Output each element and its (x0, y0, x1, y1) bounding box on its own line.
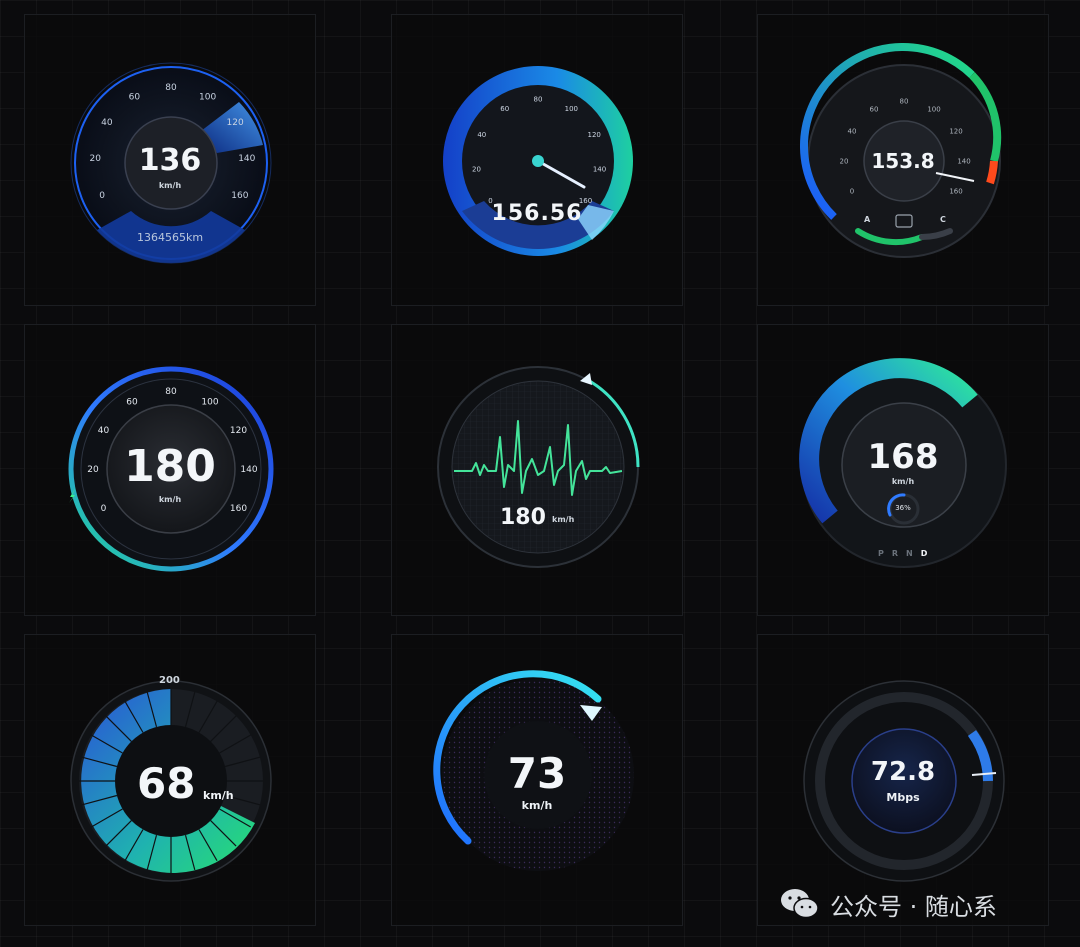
tick-label: 120 (227, 118, 244, 128)
gauge-card-4: 0 20 40 60 80 100 120 140 160 180 km/h (24, 324, 316, 616)
tick-label: 0 (101, 504, 107, 514)
gear-n: N (906, 549, 913, 558)
tick-label: 100 (199, 92, 216, 102)
tick-label: 120 (230, 426, 247, 436)
gauge-4-unit: km/h (158, 495, 182, 504)
tick-label: 160 (231, 191, 248, 201)
gear-d: D (920, 549, 928, 558)
tick-label: 100 (927, 105, 940, 113)
gauge-card-1: 0 20 40 60 80 100 120 140 160 136 km/h 1364565km (24, 14, 316, 306)
watermark: 公众号 · 随心系 (778, 884, 997, 924)
tick-label: 40 (98, 426, 110, 436)
tick-label: 0 (99, 191, 105, 201)
gauge-4-speed: 180 (124, 441, 216, 492)
gauge-3-fuel-c: C (940, 215, 946, 224)
gauge-6-speed: 168 (867, 437, 939, 477)
gauge-1-odometer: 1364565km (136, 231, 204, 244)
tick-label: 100 (201, 398, 218, 408)
tick-label: 60 (500, 105, 509, 113)
tick-label: 120 (949, 127, 962, 135)
gauge-7-unit: km/h (203, 789, 234, 802)
tick-label: 80 (900, 97, 909, 105)
gauge-8-speed: 73 (507, 749, 567, 798)
tick-label: 0 (850, 187, 854, 195)
gauge-card-8: 73 km/h (391, 634, 683, 926)
gauge-card-3: 0 20 40 60 80 100 120 140 160 153.8 A C (757, 14, 1049, 306)
gear-selector: P R N D (878, 549, 927, 558)
tick-label: 140 (593, 165, 606, 173)
gauge-1-speed: 136 (138, 143, 202, 178)
gauge-7-speed: 68 (137, 759, 196, 808)
gear-r: R (891, 549, 899, 558)
gauge-card-9: 72.8 Mbps (757, 634, 1049, 926)
gauge-card-2: 0 20 40 60 80 100 120 140 160 156.56 (391, 14, 683, 306)
tick-label: 20 (472, 165, 481, 173)
tick-label: 120 (588, 131, 601, 139)
gauge-9-unit: Mbps (886, 791, 920, 804)
gauge-5-speed: 180 (500, 505, 546, 530)
gauge-card-7: 200 68 km/h (24, 634, 316, 926)
gauge-2-speed: 156.56 (491, 201, 583, 226)
gear-p: P (878, 549, 884, 558)
gauge-3-speed: 153.8 (871, 149, 935, 173)
gauge-6-percent: 36% (895, 504, 911, 512)
tick-label: 40 (477, 131, 486, 139)
tick-label: 80 (165, 387, 177, 397)
tick-label: 40 (101, 118, 113, 128)
tick-label: 100 (565, 105, 578, 113)
gauge-3-fuel-a: A (864, 215, 871, 224)
gauge-showcase: 0 20 40 60 80 100 120 140 160 136 km/h 1364565km… (0, 0, 1080, 947)
tick-label: 160 (230, 504, 247, 514)
gauge-5-unit: km/h (552, 515, 575, 524)
gauge-8-unit: km/h (521, 799, 553, 812)
gauge-5-dial (437, 366, 640, 568)
wechat-icon (781, 889, 819, 919)
tick-label: 80 (534, 95, 543, 103)
gauge-9-speed: 72.8 (870, 757, 936, 787)
tick-label: 60 (129, 92, 141, 102)
gauge-7-max: 200 (159, 675, 180, 686)
gauge-card-5: 180 km/h (391, 324, 683, 616)
tick-label: 60 (870, 105, 879, 113)
gauge-1-unit: km/h (158, 181, 182, 190)
tick-label: 40 (848, 127, 857, 135)
watermark-text: 公众号 · 随心系 (830, 892, 997, 921)
gauge-6-unit: km/h (891, 477, 915, 486)
gauge-2-needle-hub (532, 155, 544, 167)
tick-label: 80 (165, 83, 177, 93)
gauge-card-6: 168 km/h 36% P R N D (757, 324, 1049, 616)
tick-label: 160 (949, 187, 962, 195)
gauge-2-dial: 020406080100120140160 (443, 66, 633, 256)
tick-label: 60 (126, 398, 138, 408)
